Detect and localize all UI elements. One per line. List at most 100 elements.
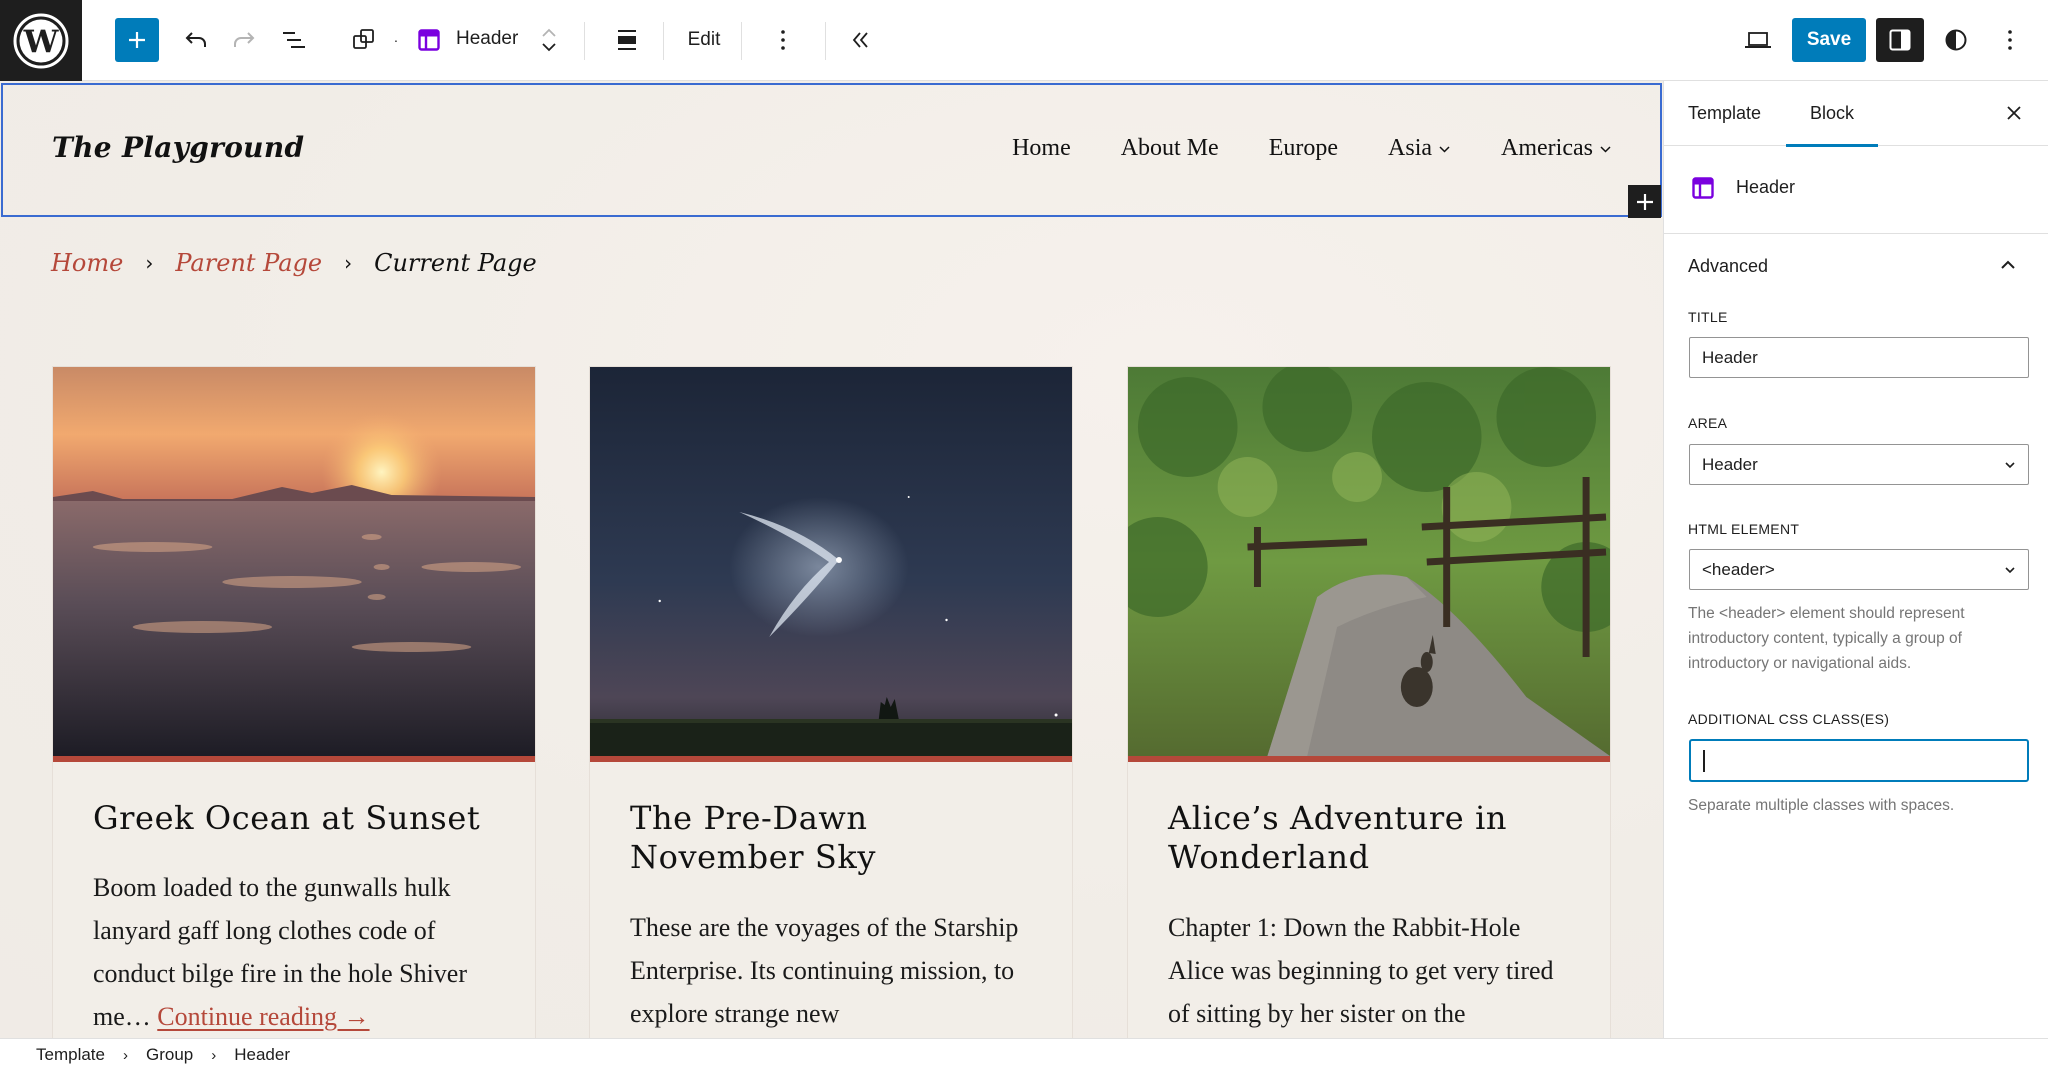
site-title[interactable]: The Playground — [52, 131, 304, 164]
breadcrumb-home-link[interactable]: Home — [51, 249, 123, 277]
save-button[interactable]: Save — [1792, 18, 1866, 62]
html-element-select-value: <header> — [1702, 559, 1775, 579]
area-select-value: Header — [1702, 454, 1758, 474]
html-element-help-text: The <header> element should represent in… — [1688, 605, 1965, 672]
post-excerpt: These are the voyages of the Starship En… — [630, 913, 1019, 1028]
chevron-down-icon[interactable] — [1438, 145, 1451, 154]
chevron-down-icon[interactable] — [540, 40, 558, 54]
move-block-buttons[interactable] — [536, 20, 562, 60]
editor-toolbar: W · Header Edit Save — [0, 0, 2048, 81]
title-input[interactable]: Header — [1689, 337, 2029, 378]
wordpress-logo-button[interactable]: W — [0, 0, 82, 81]
block-options-button[interactable] — [764, 18, 802, 62]
list-view-button[interactable] — [276, 18, 312, 62]
nav-item-americas[interactable]: Americas — [1501, 135, 1612, 162]
toolbar-divider — [825, 22, 826, 60]
breadcrumb-current: Current Page — [374, 249, 537, 277]
footer-breadcrumb-group[interactable]: Group — [146, 1045, 193, 1065]
header-template-part-block[interactable]: The Playground Home About Me Europe Asia… — [1, 83, 1662, 218]
more-vertical-icon — [2008, 30, 2012, 50]
nav-item-label: Americas — [1501, 135, 1593, 161]
wordpress-logo-icon: W — [13, 13, 69, 68]
sidebar-settings-icon — [1889, 29, 1911, 51]
nav-item-about-me[interactable]: About Me — [1121, 135, 1219, 162]
post-title[interactable]: Alice’s Adventure in Wonderland — [1168, 799, 1568, 877]
list-view-icon — [283, 32, 305, 48]
card-accent-rule — [53, 756, 535, 762]
template-part-header-icon — [418, 29, 440, 51]
editor-options-button[interactable] — [1990, 18, 2030, 62]
nav-item-europe[interactable]: Europe — [1269, 135, 1338, 162]
close-sidebar-button[interactable] — [1992, 91, 2036, 135]
plus-icon — [129, 32, 145, 48]
block-breadcrumb-bar: Template › Group › Header — [0, 1038, 2048, 1071]
block-title: Header — [456, 28, 519, 49]
footer-breadcrumb-header: Header — [234, 1045, 290, 1064]
continue-reading-link[interactable]: Continue reading → — [157, 1002, 369, 1031]
add-block-button[interactable] — [115, 18, 159, 62]
chevron-down-icon[interactable] — [1599, 145, 1612, 154]
block-type-button[interactable] — [414, 18, 444, 62]
nav-item-asia[interactable]: Asia — [1388, 135, 1451, 162]
post-card[interactable]: Greek Ocean at Sunset Boom loaded to the… — [52, 366, 536, 1038]
block-card: Header — [1664, 146, 2048, 234]
chevron-up-icon[interactable] — [540, 26, 558, 40]
plus-icon — [1636, 193, 1653, 210]
card-accent-rule — [590, 756, 1072, 762]
advanced-panel-collapse-button[interactable] — [1990, 247, 2026, 283]
block-inserter-button[interactable] — [1628, 185, 1661, 218]
edit-button[interactable]: Edit — [676, 18, 732, 62]
editor-canvas[interactable]: The Playground Home About Me Europe Asia… — [0, 81, 1663, 1038]
card-accent-rule — [1128, 756, 1610, 762]
preview-device-button[interactable] — [1738, 18, 1778, 62]
svg-text:W: W — [23, 24, 60, 60]
nav-item-label: Asia — [1388, 135, 1433, 161]
tab-block[interactable]: Block — [1786, 81, 1879, 147]
area-select[interactable]: Header — [1689, 444, 2029, 485]
post-excerpt: Boom loaded to the gunwalls hulk lanyard… — [93, 866, 503, 1038]
post-featured-image[interactable] — [590, 367, 1072, 756]
block-card-title: Header — [1736, 177, 1796, 197]
breadcrumb-separator: › — [211, 1046, 217, 1064]
advanced-panel-toggle[interactable]: Advanced — [1688, 256, 1768, 277]
post-card[interactable]: The Pre-Dawn November Sky These are the … — [589, 366, 1073, 1038]
post-featured-image[interactable] — [53, 367, 535, 756]
tab-template[interactable]: Template — [1664, 81, 1785, 146]
separator-dot: · — [393, 32, 399, 48]
settings-toggle-button[interactable] — [1876, 18, 1924, 62]
navigation-block[interactable]: Home About Me Europe Asia Americas — [962, 135, 1612, 162]
post-featured-image[interactable] — [1128, 367, 1610, 756]
more-vertical-icon — [781, 30, 785, 50]
breadcrumb-separator: › — [122, 1046, 128, 1064]
breadcrumb-separator: › — [145, 251, 154, 275]
template-part-header-icon — [1692, 177, 1714, 199]
text-cursor — [1703, 749, 1705, 772]
block-transform-button[interactable] — [346, 18, 382, 62]
laptop-icon — [1745, 32, 1771, 48]
breadcrumb-separator: › — [344, 251, 353, 275]
post-title[interactable]: Greek Ocean at Sunset — [93, 799, 493, 838]
chevron-down-icon — [2005, 461, 2015, 468]
toolbar-divider — [663, 22, 664, 60]
redo-button[interactable] — [226, 18, 262, 62]
chevron-up-icon — [2001, 260, 2015, 269]
post-title[interactable]: The Pre-Dawn November Sky — [630, 799, 1030, 877]
collapse-toolbar-button[interactable] — [842, 18, 880, 62]
breadcrumb-parent-link[interactable]: Parent Page — [175, 249, 322, 277]
css-classes-input[interactable] — [1689, 739, 2029, 782]
toolbar-divider — [584, 22, 585, 60]
nav-item-label: About Me — [1120, 135, 1219, 161]
nav-item-home[interactable]: Home — [1012, 135, 1071, 162]
nav-item-label: Europe — [1268, 135, 1339, 161]
styles-button[interactable] — [1936, 18, 1976, 62]
post-card[interactable]: Alice’s Adventure in Wonderland Chapter … — [1127, 366, 1611, 1038]
footer-breadcrumb-template[interactable]: Template — [36, 1045, 105, 1065]
align-button[interactable] — [608, 18, 646, 62]
html-element-select[interactable]: <header> — [1689, 549, 2029, 590]
redo-icon — [234, 32, 255, 47]
undo-button[interactable] — [178, 18, 214, 62]
toolbar-divider — [741, 22, 742, 60]
area-field-label: Area — [1688, 415, 1728, 431]
css-classes-help-text: Separate multiple classes with spaces. — [1688, 797, 1955, 814]
chevron-down-icon — [2005, 566, 2015, 573]
